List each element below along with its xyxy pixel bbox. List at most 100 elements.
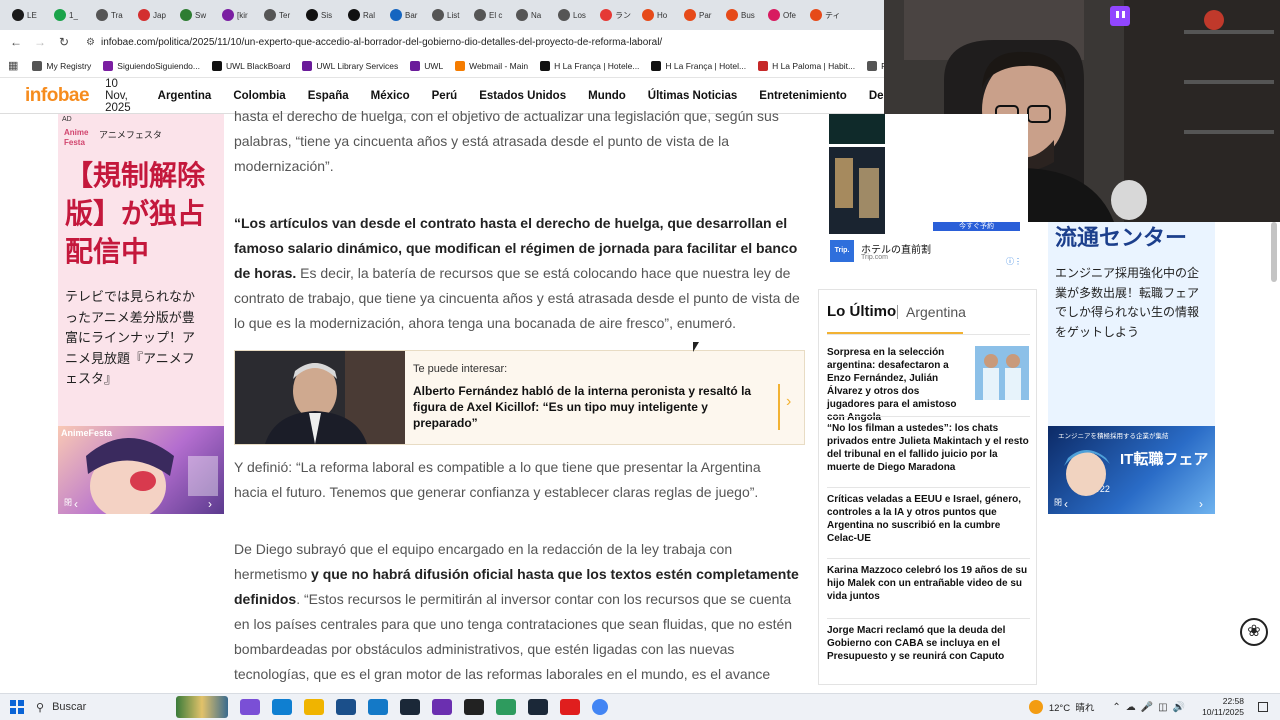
steam-client-icon[interactable] (528, 699, 548, 715)
nav-link[interactable]: Últimas Noticias (637, 90, 748, 102)
tab-favicon-icon (600, 9, 612, 21)
steam-icon[interactable] (400, 699, 420, 715)
latest-news-item[interactable]: Críticas veladas a EEUU e Israel, género… (827, 493, 1030, 545)
bookmark-label: H La Paloma | Habit... (772, 60, 856, 71)
browser-tab[interactable]: Los (552, 3, 594, 27)
left-ad-anime-festa[interactable]: AD Anime Festa アニメフェスタ 【規制解除版】が独占配信中 テレビ… (58, 114, 224, 514)
chevron-right-icon[interactable]: › (786, 393, 791, 411)
latest-news-item[interactable]: Karina Mazzoco celebró los 19 años de su… (827, 564, 1030, 603)
browser-tab[interactable]: Bus (720, 3, 762, 27)
browser-tab[interactable]: LE (6, 3, 48, 27)
article-paragraph-3: Y definió: “La reforma laboral es compat… (234, 459, 761, 500)
browser-tab[interactable]: Sis (300, 3, 342, 27)
ad-close-label[interactable]: 閉 (64, 497, 72, 508)
related-title[interactable]: Alberto Fernández habló de la interna pe… (413, 383, 773, 431)
right-ad-it-fair[interactable]: 流通センター エンジニア採用強化中の企業が多数出展！転職フェアでしか得られない生… (1048, 222, 1215, 514)
assistant-floating-icon[interactable]: ❀ (1240, 618, 1268, 646)
excel-icon[interactable] (496, 699, 516, 715)
back-icon[interactable]: ← (4, 35, 28, 49)
notifications-icon[interactable] (1258, 702, 1268, 712)
weather-text[interactable]: 12°C 晴れ (1049, 700, 1095, 714)
reload-icon[interactable]: ↻ (52, 35, 76, 49)
ad-close-label-right[interactable]: 閉 (1054, 497, 1062, 508)
apps-grid-icon[interactable]: ▦ (8, 59, 18, 72)
browser-tab[interactable]: ラン (594, 3, 636, 27)
copilot-icon[interactable] (240, 699, 260, 715)
browser-tab[interactable]: Sw (174, 3, 216, 27)
latest-news-item[interactable]: “No los filman a ustedes”: los chats pri… (827, 422, 1030, 474)
nav-link[interactable]: Mundo (577, 90, 637, 102)
ad-prev-arrow-icon[interactable]: ‹ (74, 497, 78, 511)
left-ad-headline: 【規制解除版】が独占配信中 (65, 160, 206, 267)
ad-next-arrow-icon[interactable]: › (208, 497, 212, 511)
bookmark-item[interactable]: Webmail - Main (455, 60, 528, 71)
nav-link[interactable]: Entretenimiento (748, 90, 858, 102)
browser-tab[interactable]: Bar (384, 3, 426, 27)
reserve-now-button[interactable]: 今すぐ予約 (933, 222, 1020, 231)
browser-tab[interactable]: Par (678, 3, 720, 27)
related-article-card[interactable]: Te puede interesar: Alberto Fernández ha… (234, 350, 805, 445)
weather-icon[interactable] (1028, 700, 1043, 714)
tab-favicon-icon (768, 9, 780, 21)
nav-link[interactable]: Argentina (147, 90, 223, 102)
browser-tab[interactable]: El c (468, 3, 510, 27)
browser-tab[interactable]: Na (510, 3, 552, 27)
forward-icon[interactable]: → (28, 35, 52, 49)
bookmark-item[interactable]: My Registry (32, 60, 91, 71)
ad-info-icon[interactable]: ⓘ⋮ (1006, 256, 1022, 267)
page-scrollbar-thumb[interactable] (1271, 222, 1277, 282)
browser-tab[interactable]: Ho (636, 3, 678, 27)
bookmark-item[interactable]: H La França | Hotele... (540, 60, 639, 71)
browser-tab[interactable]: List (426, 3, 468, 27)
youtube-icon[interactable] (560, 699, 580, 715)
tab-favicon-icon (474, 9, 486, 21)
outlook-icon[interactable] (368, 699, 388, 715)
nav-link[interactable]: Colombia (222, 90, 296, 102)
bookmark-item[interactable]: H La Paloma | Habit... (758, 60, 856, 71)
store-icon[interactable] (336, 699, 356, 715)
chrome-icon[interactable] (592, 699, 608, 715)
nav-link[interactable]: Estados Unidos (468, 90, 577, 102)
section-nav: Argentina Colombia España México Perú Estados… (147, 90, 884, 102)
nav-link[interactable]: Perú (421, 90, 469, 102)
nav-link[interactable]: España (297, 90, 360, 102)
hotel-ad[interactable]: 今すぐ予約 Trip. ホテルの直前割 Trip.com ⓘ⋮ (828, 114, 1028, 270)
latest-section[interactable]: Argentina (906, 304, 966, 320)
ad-next-arrow-icon-right[interactable]: › (1199, 497, 1203, 511)
browser-tab[interactable]: [kir (216, 3, 258, 27)
browser-tab[interactable]: ティ (804, 3, 846, 27)
nav-link[interactable]: México (360, 90, 421, 102)
bookmark-item[interactable]: UWL Library Services (302, 60, 398, 71)
latest-news-item[interactable]: Sorpresa en la selección argentina: desa… (827, 346, 969, 424)
tab-favicon-icon (642, 9, 654, 21)
site-info-icon[interactable]: ⚙ (86, 37, 95, 48)
bookmark-item[interactable]: UWL (410, 60, 443, 71)
tab-label: Bar (405, 10, 418, 20)
infobae-logo[interactable]: infobae (25, 85, 90, 107)
url-field[interactable]: ⚙ infobae.com/politica/2025/11/10/un-exp… (86, 32, 884, 52)
latest-news-item[interactable]: Jorge Macri reclamó que la deuda del Gob… (827, 624, 1030, 663)
browser-tab[interactable]: Ofe (762, 3, 804, 27)
browser-tab[interactable]: Ter (258, 3, 300, 27)
tab-label: Par (699, 10, 712, 20)
system-tray-icons[interactable]: ⌃☁🎤◫🔊 (1112, 702, 1190, 713)
clock[interactable]: 22:58 10/11/2025 (1202, 696, 1244, 718)
obs-icon[interactable] (432, 699, 452, 715)
browser-tab[interactable]: Jap (132, 3, 174, 27)
browser-tab[interactable]: Ral (342, 3, 384, 27)
edge-icon[interactable] (272, 699, 292, 715)
bookmark-favicon-icon (302, 60, 313, 71)
app-icon[interactable] (464, 699, 484, 715)
nav-link[interactable]: Deport (858, 90, 884, 102)
file-explorer-icon[interactable] (304, 699, 324, 715)
ad-prev-arrow-icon-right[interactable]: ‹ (1064, 497, 1068, 511)
windows-start-icon[interactable] (10, 700, 24, 714)
browser-tab[interactable]: 1_ (48, 3, 90, 27)
latest-separator (827, 618, 1030, 619)
taskbar-search-box[interactable]: ⚲ Buscar (36, 697, 176, 717)
bookmark-item[interactable]: UWL BlackBoard (212, 60, 290, 71)
tab-favicon-icon (54, 9, 66, 21)
browser-tab[interactable]: Tra (90, 3, 132, 27)
bookmark-item[interactable]: SiguiendoSiguiendo... (103, 60, 200, 71)
bookmark-item[interactable]: H La França | Hotel... (651, 60, 746, 71)
